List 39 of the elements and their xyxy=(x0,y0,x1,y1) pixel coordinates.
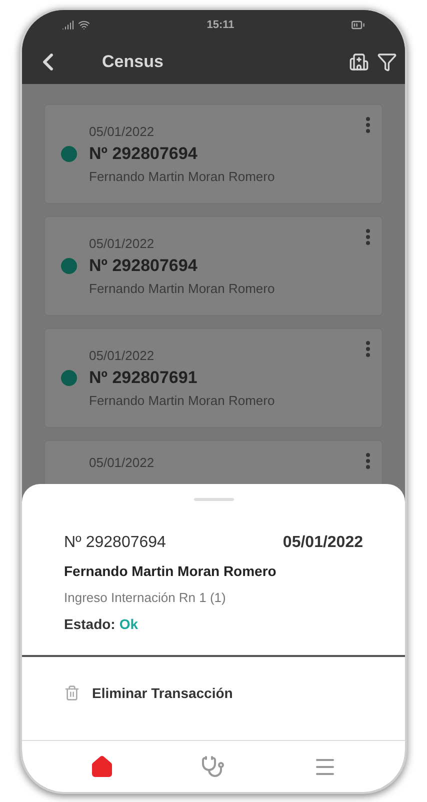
record-name: Fernando Martin Moran Romero xyxy=(89,168,275,186)
transaction-date: 05/01/2022 xyxy=(282,533,363,553)
record-date: 05/01/2022 xyxy=(89,122,156,141)
more-icon xyxy=(366,229,370,245)
record-date: 05/01/2022 xyxy=(89,234,156,253)
more-icon xyxy=(366,341,370,357)
record-date: 05/01/2022 xyxy=(89,454,154,472)
record-date: 05/01/2022 xyxy=(89,346,156,365)
record-name: Fernando Martin Moran Romero xyxy=(89,392,275,410)
filter-button[interactable] xyxy=(377,52,397,72)
record-number: Nº 292807694 xyxy=(89,255,198,278)
transaction-number: Nº 292807694 xyxy=(64,533,166,553)
record-card[interactable]: 05/01/2022 xyxy=(44,440,383,484)
signal-icon xyxy=(62,19,74,31)
more-icon xyxy=(366,117,370,133)
sheet-handle[interactable] xyxy=(194,498,234,501)
battery-icon xyxy=(351,18,365,32)
more-options-button[interactable] xyxy=(366,229,370,245)
record-number: Nº 292807694 xyxy=(89,143,198,166)
more-options-button[interactable] xyxy=(366,453,370,469)
screen-title: Census xyxy=(102,51,164,74)
status-value: Ok xyxy=(119,614,138,634)
stethoscope-tab[interactable] xyxy=(201,754,226,778)
more-options-button[interactable] xyxy=(366,341,370,357)
trash-icon xyxy=(64,685,80,701)
record-name: Fernando Martin Moran Romero xyxy=(89,280,275,298)
admission-detail: Ingreso Internación Rn 1 (1) xyxy=(64,589,227,607)
home-tab[interactable] xyxy=(90,754,114,778)
record-card[interactable]: 05/01/2022 Nº 292807694 Fernando Martin Moran Romero xyxy=(44,104,383,204)
record-number: Nº 292807691 xyxy=(89,367,198,390)
delete-transaction-button[interactable]: Eliminar Transacción xyxy=(22,656,405,730)
hospital-button[interactable] xyxy=(349,52,369,72)
more-options-button[interactable] xyxy=(366,117,370,133)
record-card[interactable]: 05/01/2022 Nº 292807694 Fernando Martin Moran Romero xyxy=(44,216,383,316)
patient-name: Fernando Martin Moran Romero xyxy=(64,562,278,581)
more-icon xyxy=(366,453,370,469)
status-time: 15:11 xyxy=(206,18,234,33)
status-label: Estado: xyxy=(64,614,116,634)
record-card[interactable]: 05/01/2022 Nº 292807691 Fernando Martin Moran Romero xyxy=(44,328,383,428)
